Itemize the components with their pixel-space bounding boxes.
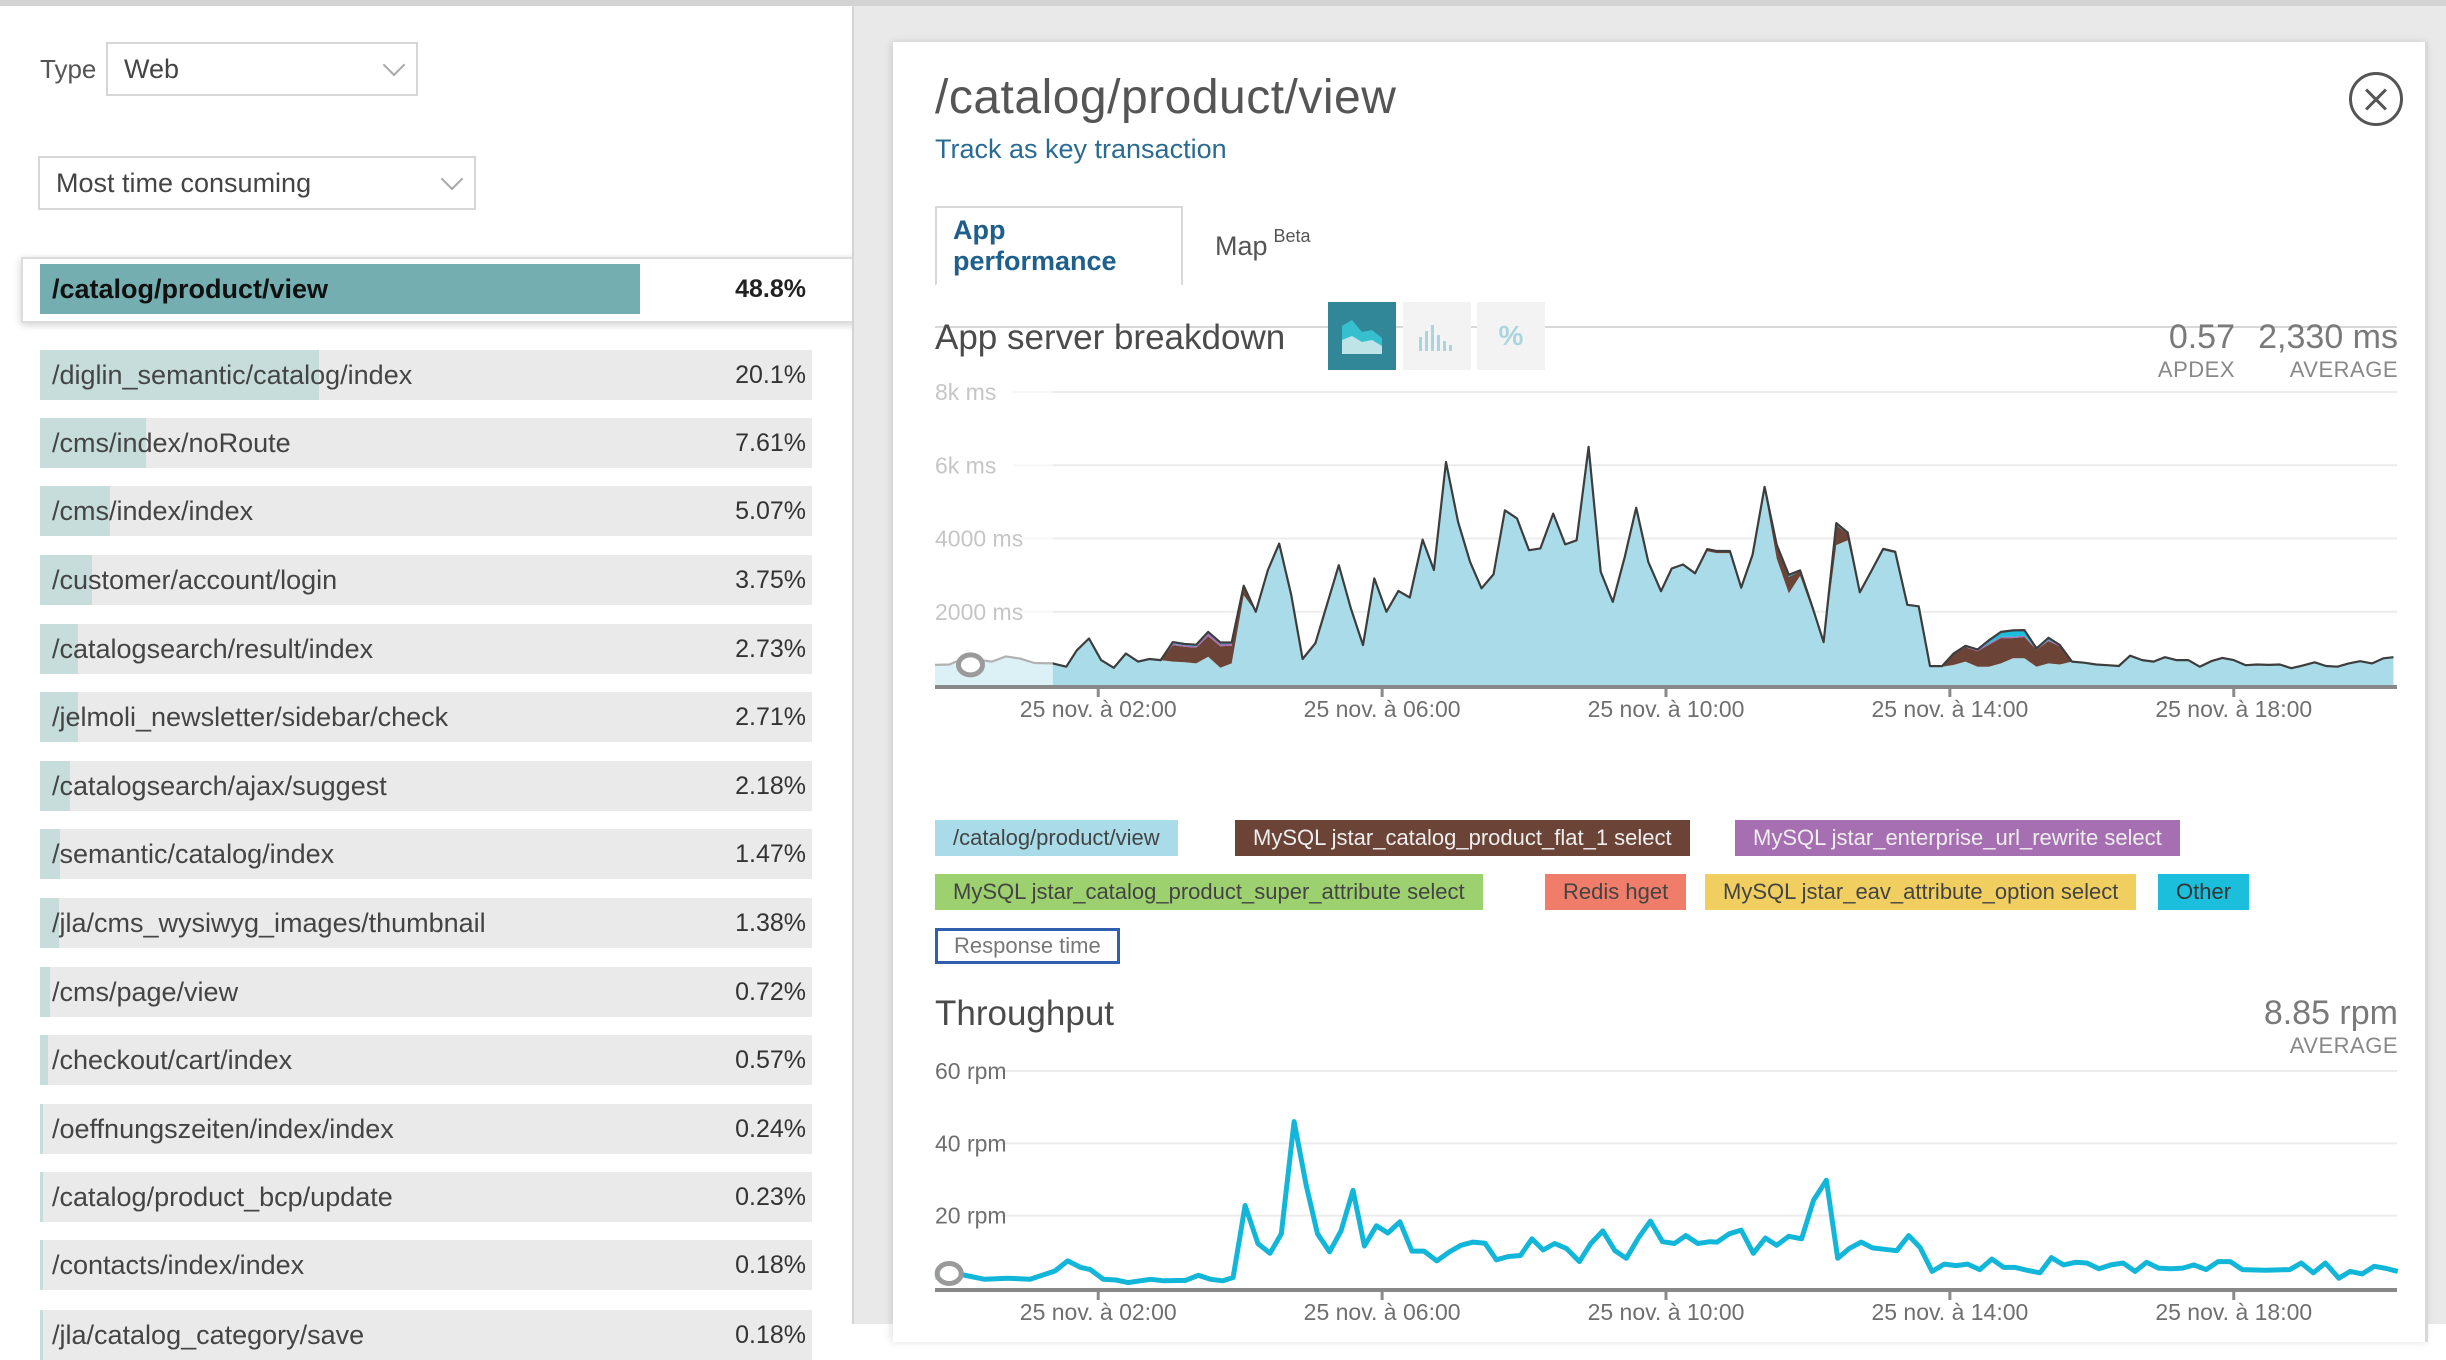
transaction-percentage: 1.38% [735,909,806,937]
transaction-row[interactable]: /semantic/catalog/index 1.47% [40,829,812,879]
transaction-share-bar [40,1035,48,1085]
sort-select[interactable]: Most time consuming [38,156,476,210]
x-tick-label: 25 nov. à 10:00 [1588,1299,1745,1325]
transaction-percentage: 0.23% [735,1183,806,1211]
transaction-share-bar [40,1310,43,1360]
transaction-name: /cms/index/noRoute [52,428,291,458]
transaction-percentage: 3.75% [735,566,806,594]
transaction-row[interactable]: /jla/catalog_category/save 0.18% [40,1310,812,1360]
transaction-percentage: 0.24% [735,1115,806,1143]
transaction-name: /cms/page/view [52,977,239,1007]
transaction-row[interactable]: /oeffnungszeiten/index/index 0.24% [40,1104,812,1154]
transaction-detail-panel: /catalog/product/view Track as key trans… [893,42,2428,1342]
transaction-percentage: 0.57% [735,1046,806,1074]
transaction-name: /oeffnungszeiten/index/index [52,1114,394,1144]
type-select[interactable]: Web [106,42,418,96]
transaction-row[interactable]: /jla/cms_wysiwyg_images/thumbnail 1.38% [40,898,812,948]
transaction-name: /jelmoli_newsletter/sidebar/check [52,702,449,732]
transaction-share-bar [40,1172,44,1222]
transaction-name: /catalogsearch/result/index [52,634,374,664]
transaction-percentage: 20.1% [735,361,806,389]
chevron-down-icon [382,53,406,77]
y-tick-label: 40 rpm [935,1130,1007,1156]
y-tick-label: 20 rpm [935,1203,1007,1229]
transaction-row[interactable]: /cms/page/view 0.72% [40,967,812,1017]
x-tick-label: 25 nov. à 14:00 [1871,1299,2028,1325]
transaction-row[interactable]: /catalog/product/view 48.8% [40,264,812,314]
transaction-share-bar [40,1240,43,1290]
transaction-name: /catalog/product/view [52,274,329,304]
transaction-row[interactable]: /customer/account/login 3.75% [40,555,812,605]
transaction-percentage: 7.61% [735,429,806,457]
transaction-name: /catalogsearch/ajax/suggest [52,771,387,801]
x-tick-label: 25 nov. à 06:00 [1304,1299,1461,1325]
throughput-line [955,1119,2399,1286]
transaction-name: /contacts/index/index [52,1250,305,1280]
transaction-percentage: 2.73% [735,635,806,663]
transaction-percentage: 0.18% [735,1321,806,1349]
transaction-percentage: 5.07% [735,497,806,525]
transaction-percentage: 2.18% [735,772,806,800]
transaction-row[interactable]: /cms/index/index 5.07% [40,486,812,536]
transaction-row[interactable]: /contacts/index/index 0.18% [40,1240,812,1290]
transaction-percentage: 48.8% [735,275,806,303]
transaction-name: /jla/catalog_category/save [52,1320,365,1350]
transaction-name: /checkout/cart/index [52,1045,293,1075]
transaction-name: /catalog/product_bcp/update [52,1182,393,1212]
transaction-row[interactable]: /catalogsearch/ajax/suggest 2.18% [40,761,812,811]
transaction-percentage: 0.18% [735,1251,806,1279]
transaction-share-bar [40,1104,44,1154]
tab-app-performance[interactable]: App performance [935,206,1183,286]
x-tick-label: 25 nov. à 02:00 [1020,1299,1177,1325]
transaction-row[interactable]: /catalogsearch/result/index 2.73% [40,624,812,674]
transaction-row[interactable]: /catalog/product_bcp/update 0.23% [40,1172,812,1222]
tab-app-performance-label: App performance [953,215,1117,276]
transaction-row[interactable]: /jelmoli_newsletter/sidebar/check 2.71% [40,692,812,742]
transaction-name: /jla/cms_wysiwyg_images/thumbnail [52,908,486,938]
transaction-percentage: 0.72% [735,978,806,1006]
transaction-row[interactable]: /diglin_semantic/catalog/index 20.1% [40,350,812,400]
transaction-name: /cms/index/index [52,496,254,526]
transaction-name: /diglin_semantic/catalog/index [52,360,413,390]
transaction-share-bar [40,967,50,1017]
transaction-row[interactable]: /cms/index/noRoute 7.61% [40,418,812,468]
transaction-name: /customer/account/login [52,565,338,595]
y-tick-label: 60 rpm [935,1058,1007,1084]
range-handle-icon [934,1261,964,1287]
transaction-name: /semantic/catalog/index [52,839,335,869]
type-label: Type [40,54,97,84]
type-select-value: Web [124,53,180,84]
transaction-percentage: 2.71% [735,703,806,731]
transaction-row[interactable]: /checkout/cart/index 0.57% [40,1035,812,1085]
transaction-percentage: 1.47% [735,840,806,868]
sort-select-value: Most time consuming [56,167,312,198]
x-tick-label: 25 nov. à 18:00 [2155,1299,2312,1325]
chevron-down-icon [440,167,464,191]
